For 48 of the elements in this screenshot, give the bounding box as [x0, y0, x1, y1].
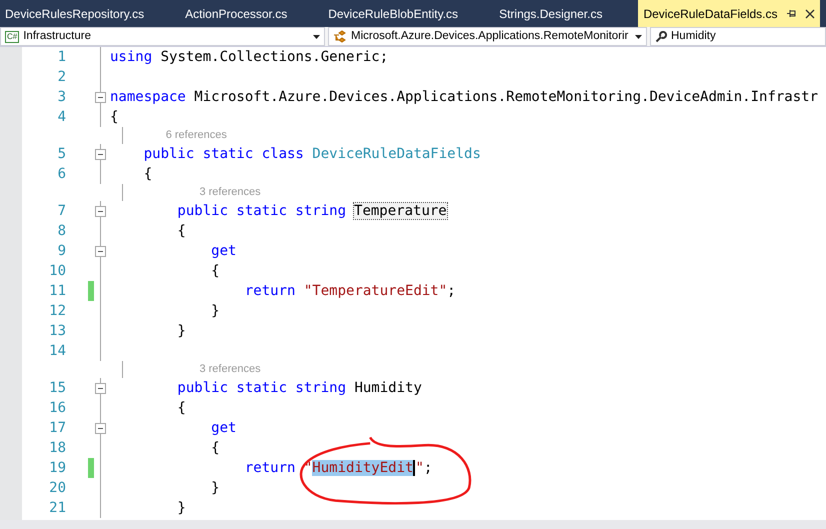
- line-number: 3: [56, 88, 66, 106]
- code-line: public static string Humidity: [176, 378, 422, 398]
- code-line: }: [210, 302, 220, 320]
- line-number: 11: [48, 282, 66, 300]
- line-number: 6: [56, 164, 66, 184]
- line-number: 7: [56, 202, 66, 220]
- code-line: public static string Temperature: [176, 202, 447, 220]
- line-number: 14: [48, 342, 66, 360]
- code-line: return "TemperatureEdit";: [244, 282, 456, 300]
- line-number: 8: [56, 222, 66, 240]
- code-line: {: [142, 164, 152, 184]
- line-number: 12: [48, 302, 66, 320]
- line-number: 2: [56, 68, 66, 86]
- file-tab[interactable]: Strings.Designer.cs: [494, 0, 608, 27]
- file-tab[interactable]: ActionProcessor.cs: [180, 0, 292, 27]
- file-tab[interactable]: DeviceRuleBlobEntity.cs: [323, 0, 464, 27]
- file-tab[interactable]: DeviceRulesRepository.cs: [0, 0, 150, 27]
- code-line: }: [210, 478, 220, 498]
- code-line: get: [210, 242, 236, 260]
- line-number: 19: [48, 458, 66, 478]
- navigation-dropdown[interactable]: Humidity: [650, 27, 826, 46]
- code-line: namespace Microsoft.Azure.Devices.Applications.RemoteMonitoring.DeviceAdmin.Infrastr: [110, 88, 818, 106]
- code-line: {: [176, 398, 186, 418]
- line-number: 20: [48, 478, 66, 498]
- line-number: 15: [48, 378, 66, 398]
- line-number: 4: [56, 108, 66, 126]
- code-line: using System.Collections.Generic;: [110, 48, 388, 66]
- file-tab[interactable]: DeviceRuleDataFields.cs: [638, 0, 820, 27]
- line-number: 13: [48, 322, 66, 340]
- navigation-dropdown[interactable]: C# Infrastructure: [0, 27, 325, 46]
- line-number: 5: [56, 144, 66, 164]
- navigation-dropdown[interactable]: Microsoft.Azure.Devices.Applications.RemoteMonitorir: [328, 27, 647, 46]
- code-line: {: [210, 438, 220, 458]
- line-number: 21: [48, 498, 66, 518]
- line-number: 17: [48, 418, 66, 438]
- code-line: get: [210, 418, 236, 438]
- line-number: 18: [48, 438, 66, 458]
- code-line: public static class DeviceRuleDataFields: [142, 144, 481, 164]
- code-line: {: [176, 222, 186, 240]
- code-line: }: [176, 498, 186, 518]
- csharp-project-icon: C#: [5, 30, 20, 42]
- code-line: {: [210, 262, 220, 280]
- line-number: 16: [48, 398, 66, 418]
- code-line: }: [176, 322, 186, 340]
- line-number: 10: [48, 262, 66, 280]
- line-number: 9: [56, 242, 66, 260]
- code-line: {: [110, 108, 118, 126]
- line-number: 1: [56, 48, 66, 66]
